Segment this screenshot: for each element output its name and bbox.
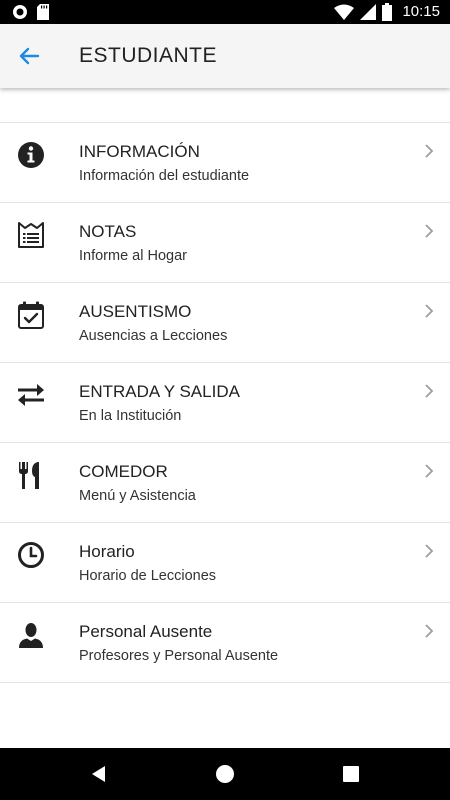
menu-item-entrada-salida[interactable]: ENTRADA Y SALIDA En la Institución xyxy=(0,363,450,443)
signal-icon xyxy=(360,4,377,20)
menu-item-subtitle: Ausencias a Lecciones xyxy=(79,328,228,344)
report-icon xyxy=(18,222,44,248)
person-icon xyxy=(19,623,43,648)
info-icon xyxy=(18,142,44,168)
back-triangle-icon xyxy=(92,766,105,782)
menu-item-title: AUSENTISMO xyxy=(79,302,192,321)
cutlery-icon xyxy=(19,462,39,489)
menu-item-notas[interactable]: NOTAS Informe al Hogar xyxy=(0,203,450,283)
menu-list: INFORMACIÓN Información del estudiante N… xyxy=(0,123,450,683)
nav-recents-button[interactable] xyxy=(339,762,363,786)
menu-item-title: ENTRADA Y SALIDA xyxy=(79,382,240,401)
sd-card-icon xyxy=(37,4,49,20)
wifi-icon xyxy=(334,4,355,20)
menu-item-title: Personal Ausente xyxy=(79,622,213,641)
navigation-bar xyxy=(0,748,450,800)
menu-item-subtitle: Informe al Hogar xyxy=(79,248,187,264)
chevron-right-icon xyxy=(425,624,434,638)
back-button[interactable] xyxy=(16,44,44,68)
home-circle-icon xyxy=(216,765,234,783)
battery-icon xyxy=(382,3,393,21)
nav-home-button[interactable] xyxy=(213,762,237,786)
calendar-check-icon xyxy=(18,301,44,329)
recents-square-icon xyxy=(343,766,359,782)
menu-item-subtitle: Menú y Asistencia xyxy=(79,488,196,504)
menu-item-subtitle: Profesores y Personal Ausente xyxy=(79,648,279,664)
notification-circle-icon xyxy=(13,5,27,19)
menu-item-personal-ausente[interactable]: Personal Ausente Profesores y Personal A… xyxy=(0,603,450,683)
status-bar: 10:15 xyxy=(0,0,450,24)
status-clock: 10:15 xyxy=(402,3,440,20)
chevron-right-icon xyxy=(425,304,434,318)
menu-item-title: COMEDOR xyxy=(79,462,168,481)
chevron-right-icon xyxy=(425,224,434,238)
menu-item-subtitle: Horario de Lecciones xyxy=(79,568,217,584)
menu-item-subtitle: Información del estudiante xyxy=(79,168,250,184)
swap-arrows-icon xyxy=(18,384,44,406)
menu-item-comedor[interactable]: COMEDOR Menú y Asistencia xyxy=(0,443,450,523)
status-left xyxy=(12,4,49,20)
chevron-right-icon xyxy=(425,464,434,478)
menu-item-ausentismo[interactable]: AUSENTISMO Ausencias a Lecciones xyxy=(0,283,450,363)
menu-item-title: NOTAS xyxy=(79,222,137,241)
arrow-left-icon xyxy=(19,47,40,65)
chevron-right-icon xyxy=(425,384,434,398)
nav-back-button[interactable] xyxy=(87,762,111,786)
menu-item-title: Horario xyxy=(79,542,135,561)
chevron-right-icon xyxy=(425,544,434,558)
clock-icon xyxy=(18,542,44,568)
status-right: 10:15 xyxy=(334,2,440,22)
menu-item-horario[interactable]: Horario Horario de Lecciones xyxy=(0,523,450,603)
menu-item-informacion[interactable]: INFORMACIÓN Información del estudiante xyxy=(0,123,450,203)
page-title: ESTUDIANTE xyxy=(79,44,218,67)
chevron-right-icon xyxy=(425,144,434,158)
menu-item-title: INFORMACIÓN xyxy=(79,142,200,161)
menu-item-subtitle: En la Institución xyxy=(79,408,182,424)
app-bar: ESTUDIANTE xyxy=(0,24,450,88)
